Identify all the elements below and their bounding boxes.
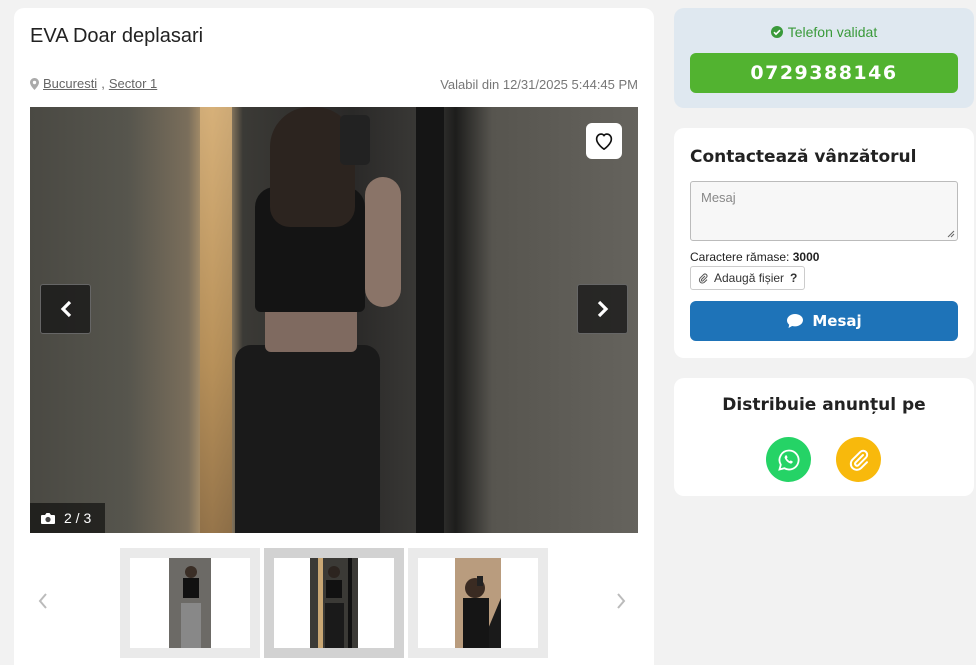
thumbnail-image xyxy=(310,558,358,648)
thumbnail-strip xyxy=(30,548,638,658)
photo-gallery[interactable]: 2 / 3 xyxy=(30,107,638,533)
check-circle-icon xyxy=(770,26,783,38)
listing-title: EVA Doar deplasari xyxy=(30,25,204,47)
share-title: Distribuie anunțul pe xyxy=(722,395,926,415)
listing-card: EVA Doar deplasari Bucuresti, Sector 1 V… xyxy=(14,8,654,665)
phone-validated-label: Telefon validat xyxy=(674,24,974,40)
heart-icon xyxy=(595,133,613,150)
phone-number-button[interactable]: 0729388146 xyxy=(690,53,958,93)
thumbnail-2[interactable] xyxy=(264,548,404,658)
photo-counter-text: 2 / 3 xyxy=(64,510,92,526)
thumbnail-image xyxy=(169,558,211,648)
message-textarea[interactable]: Mesaj xyxy=(690,181,958,241)
thumbnail-1[interactable] xyxy=(120,548,260,658)
favorite-button[interactable] xyxy=(586,123,622,159)
whatsapp-icon xyxy=(777,449,799,471)
thumbnails-prev-button[interactable] xyxy=(35,590,51,612)
thumbnail-image xyxy=(455,558,501,648)
chevron-left-icon xyxy=(38,593,47,609)
chars-remaining-count: 3000 xyxy=(792,250,820,264)
valid-from-text: Valabil din 12/31/2025 5:44:45 PM xyxy=(440,77,638,92)
chevron-left-icon xyxy=(60,300,71,318)
share-card: Distribuie anunțul pe xyxy=(674,378,974,496)
next-photo-button[interactable] xyxy=(577,284,628,334)
attach-help-icon[interactable]: ? xyxy=(790,271,797,285)
resize-handle-icon[interactable] xyxy=(946,229,955,238)
share-whatsapp-button[interactable] xyxy=(766,437,811,482)
location: Bucuresti, Sector 1 xyxy=(30,76,157,91)
paperclip-icon xyxy=(698,273,708,283)
photo-counter: 2 / 3 xyxy=(30,503,105,533)
camera-icon xyxy=(41,512,55,524)
attach-file-button[interactable]: Adaugă fișier ? xyxy=(690,266,806,290)
send-message-button[interactable]: Mesaj xyxy=(690,301,958,341)
chars-remaining: Caractere rămase: 3000 xyxy=(690,250,820,264)
location-sector-link[interactable]: Sector 1 xyxy=(109,76,157,91)
chevron-right-icon xyxy=(597,300,608,318)
previous-photo-button[interactable] xyxy=(40,284,91,334)
share-link-button[interactable] xyxy=(836,437,881,482)
location-city-link[interactable]: Bucuresti xyxy=(43,76,97,91)
map-pin-icon xyxy=(30,77,39,90)
thumbnails-next-button[interactable] xyxy=(613,590,629,612)
paperclip-icon xyxy=(849,449,868,471)
message-placeholder: Mesaj xyxy=(701,190,736,205)
chevron-right-icon xyxy=(617,593,626,609)
contact-seller-card: Contactează vânzătorul Mesaj Caractere r… xyxy=(674,128,974,358)
chat-bubble-icon xyxy=(787,314,804,328)
contact-title: Contactează vânzătorul xyxy=(690,147,917,167)
phone-card: Telefon validat 0729388146 xyxy=(674,8,974,108)
photo-subject xyxy=(235,107,405,533)
thumbnail-3[interactable] xyxy=(408,548,548,658)
